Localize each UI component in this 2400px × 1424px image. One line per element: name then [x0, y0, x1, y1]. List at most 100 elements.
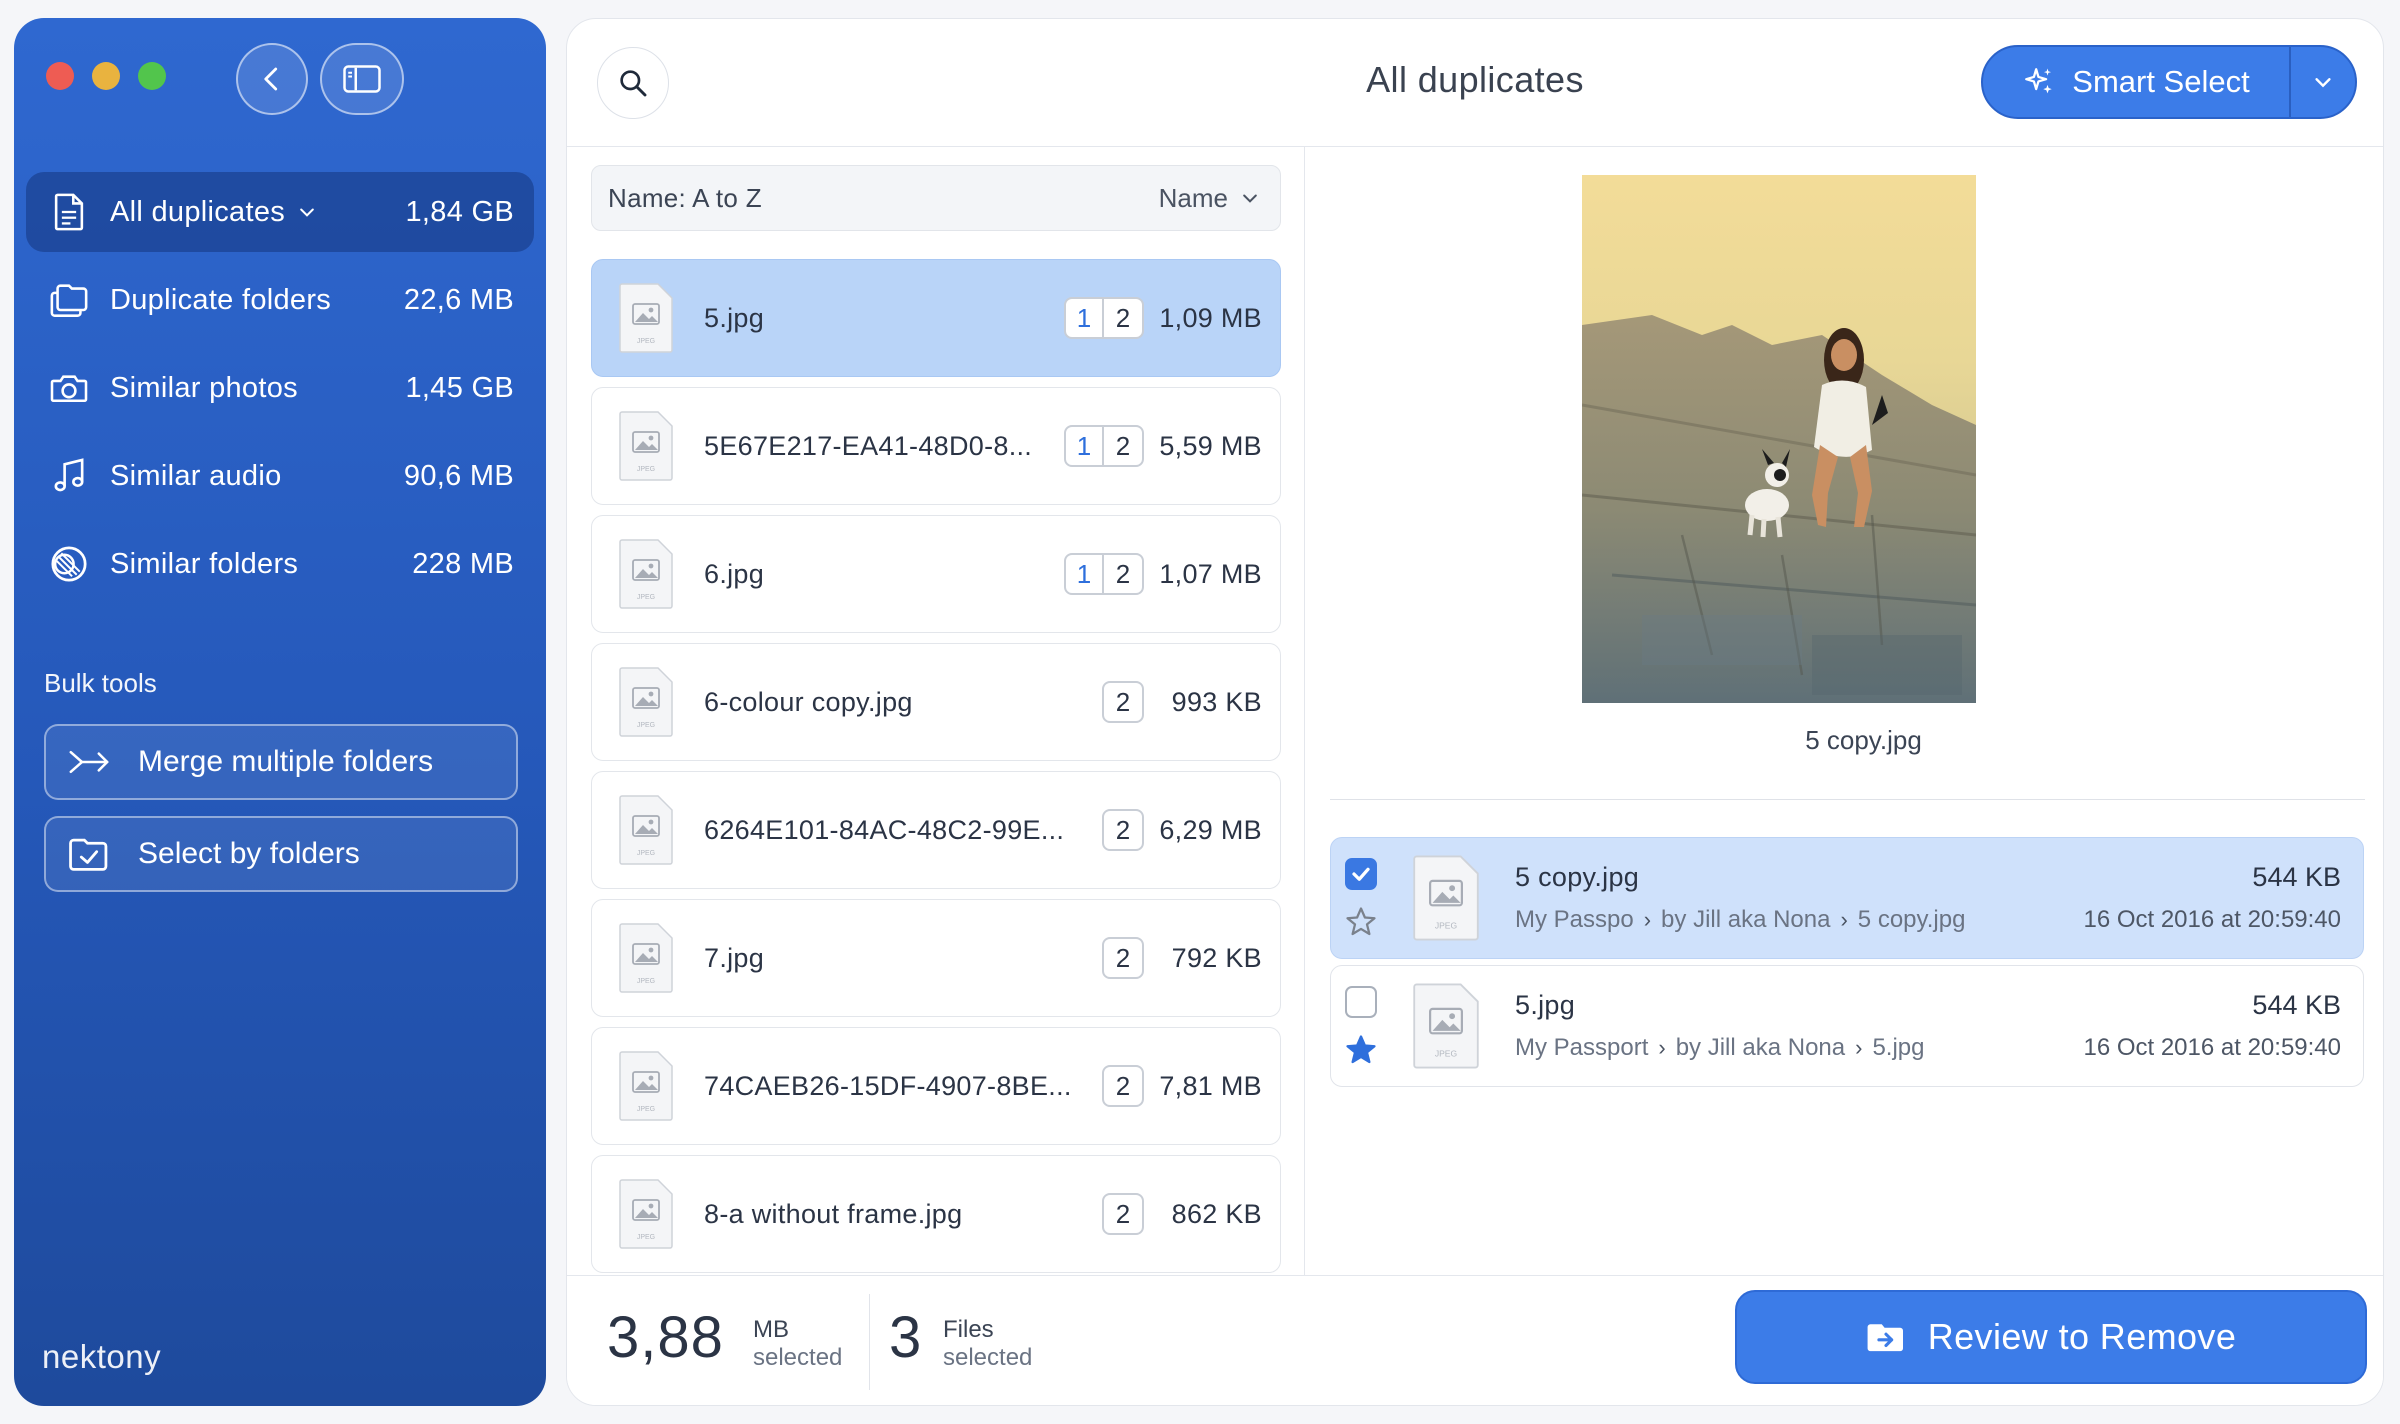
file-row[interactable]: JPEG 5E67E217-EA41-48D0-8... 12 5,59 MB [591, 387, 1281, 505]
svg-text:JPEG: JPEG [637, 466, 655, 473]
chevron-right-icon: › [1855, 1035, 1863, 1060]
smart-select-label: Smart Select [2072, 64, 2250, 99]
merge-multiple-folders-button[interactable]: Merge multiple folders [44, 724, 518, 800]
file-row[interactable]: JPEG 6.jpg 12 1,07 MB [591, 515, 1281, 633]
file-list: Name: A to Z Name JPEG 5.jpg 12 1,09 MB … [567, 147, 1305, 1277]
smart-select-button[interactable]: Smart Select [1983, 47, 2289, 117]
sidebar-item-duplicate-folders[interactable]: Duplicate folders 22,6 MB [26, 260, 534, 340]
copy-checkbox[interactable] [1345, 986, 1377, 1018]
review-to-remove-button[interactable]: Review to Remove [1735, 1290, 2367, 1384]
smart-select-control: Smart Select [1981, 45, 2357, 119]
copy-file-size: 544 KB [2252, 990, 2341, 1020]
jpeg-file-icon: JPEG [619, 1179, 673, 1249]
sort-key-dropdown[interactable]: Name [1159, 183, 1260, 214]
copy-file-size: 544 KB [2252, 862, 2341, 892]
merge-arrows-icon [68, 741, 110, 783]
selected-files-unit: Files selected [943, 1316, 1033, 1371]
copy-file-name: 5 copy.jpg [1515, 862, 1640, 892]
folder-check-icon [68, 833, 110, 875]
sidebar-item-label: All duplicates [110, 195, 286, 228]
sidebar-item-similar-folders[interactable]: Similar folders 228 MB [26, 524, 534, 604]
path-segment[interactable]: 5 copy.jpg [1858, 906, 1966, 934]
path-segment[interactable]: 5.jpg [1872, 1034, 1924, 1062]
svg-text:JPEG: JPEG [637, 1234, 655, 1241]
jpeg-file-icon: JPEG [619, 539, 673, 609]
bulk-tool-label: Select by folders [138, 837, 360, 870]
jpeg-file-icon: JPEG [619, 667, 673, 737]
svg-text:JPEG: JPEG [637, 1106, 655, 1113]
chevron-down-icon [1243, 194, 1257, 203]
file-size: 7,81 MB [1159, 1070, 1262, 1101]
svg-text:JPEG: JPEG [637, 594, 655, 601]
file-row[interactable]: JPEG 6-colour copy.jpg 2 993 KB [591, 643, 1281, 761]
divider [869, 1294, 870, 1390]
file-size: 1,09 MB [1159, 302, 1262, 333]
file-name: 7.jpg [704, 942, 765, 973]
file-row[interactable]: JPEG 5.jpg 12 1,09 MB [591, 259, 1281, 377]
copy-file-path: My Passpo › by Jill aka Nona › 5 copy.jpg [1515, 906, 1965, 934]
sidebar-item-size: 228 MB [412, 547, 514, 580]
main-panel: All duplicates Smart Select Name: A to Z… [566, 18, 2384, 1406]
folders-icon [48, 279, 90, 321]
zoom-window-button[interactable] [138, 62, 166, 90]
sparkle-icon [2025, 68, 2053, 94]
selected-files-value: 3 [889, 1305, 923, 1370]
file-size: 1,07 MB [1159, 558, 1262, 589]
file-size: 5,59 MB [1159, 430, 1262, 461]
music-note-icon [48, 455, 90, 497]
jpeg-file-icon: JPEG [1413, 855, 1479, 941]
close-window-button[interactable] [46, 62, 74, 90]
copy-count-badge: 2 [1102, 1193, 1144, 1235]
duplicate-copy-row[interactable]: JPEG 5.jpg My Passport › by Jill aka Nona… [1330, 965, 2364, 1087]
brand-logo: nektony [42, 1338, 162, 1375]
sort-key-label: Name [1158, 182, 1228, 213]
copy-file-date: 16 Oct 2016 at 20:59:40 [2083, 1034, 2341, 1061]
bottom-bar: 3,88 MB selected 3 Files selected Review… [567, 1275, 2383, 1405]
jpeg-file-icon: JPEG [619, 923, 673, 993]
sidebar-item-label: Similar folders [110, 547, 299, 580]
path-segment[interactable]: by Jill aka Nona [1661, 906, 1830, 934]
svg-text:JPEG: JPEG [1435, 1049, 1458, 1059]
bulk-tool-label: Merge multiple folders [138, 745, 434, 778]
jpeg-file-icon: JPEG [619, 283, 673, 353]
path-segment[interactable]: My Passpo [1515, 906, 1634, 934]
sort-control[interactable]: Name: A to Z Name [591, 165, 1281, 231]
path-segment[interactable]: by Jill aka Nona [1676, 1034, 1845, 1062]
select-by-folders-button[interactable]: Select by folders [44, 816, 518, 892]
smart-select-dropdown[interactable] [2291, 71, 2355, 93]
file-row[interactable]: JPEG 6264E101-84AC-48C2-99E... 2 6,29 MB [591, 771, 1281, 889]
copy-file-path: My Passport › by Jill aka Nona › 5.jpg [1515, 1034, 1925, 1062]
file-row[interactable]: JPEG 7.jpg 2 792 KB [591, 899, 1281, 1017]
file-row[interactable]: JPEG 8-a without frame.jpg 2 862 KB [591, 1155, 1281, 1273]
duplicate-copy-row[interactable]: JPEG 5 copy.jpg My Passpo › by Jill aka N… [1330, 837, 2364, 959]
copy-count-badge: 2 [1102, 937, 1144, 979]
star-filled-icon[interactable] [1343, 1032, 1379, 1068]
copy-checkbox[interactable] [1345, 858, 1377, 890]
folder-arrow-icon [1867, 1324, 1903, 1352]
jpeg-file-icon: JPEG [1413, 983, 1479, 1069]
copy-count-badge: 2 [1102, 681, 1144, 723]
copy-count-badge: 2 [1102, 809, 1144, 851]
file-row[interactable]: JPEG 74CAEB26-15DF-4907-8BE... 2 7,81 MB [591, 1027, 1281, 1145]
chevron-right-icon: › [1840, 907, 1848, 932]
sidebar-item-similar-photos[interactable]: Similar photos 1,45 GB [26, 348, 534, 428]
top-bar: All duplicates Smart Select [567, 19, 2383, 147]
similar-circles-icon [48, 543, 90, 585]
svg-text:JPEG: JPEG [637, 338, 655, 345]
sidebar-item-size: 1,84 GB [405, 195, 514, 228]
preview-pane: 5 copy.jpg JPEG 5 copy.jpg My Passpo › by… [1306, 147, 2383, 1277]
sidebar-item-similar-audio[interactable]: Similar audio 90,6 MB [26, 436, 534, 516]
file-name: 74CAEB26-15DF-4907-8BE... [704, 1070, 1072, 1101]
sidebar-item-label: Similar audio [110, 459, 282, 492]
minimize-window-button[interactable] [92, 62, 120, 90]
toggle-sidebar-button[interactable] [320, 43, 404, 115]
sidebar-item-label: Duplicate folders [110, 283, 332, 316]
sidebar: All duplicates 1,84 GB Duplicate folders… [14, 18, 546, 1406]
chevron-down-icon [2315, 78, 2331, 88]
star-outline-icon[interactable] [1343, 904, 1379, 940]
chevron-left-icon [264, 67, 278, 91]
back-button[interactable] [236, 43, 308, 115]
sidebar-item-all-duplicates[interactable]: All duplicates 1,84 GB [26, 172, 534, 252]
path-segment[interactable]: My Passport [1515, 1034, 1648, 1062]
svg-text:JPEG: JPEG [637, 722, 655, 729]
